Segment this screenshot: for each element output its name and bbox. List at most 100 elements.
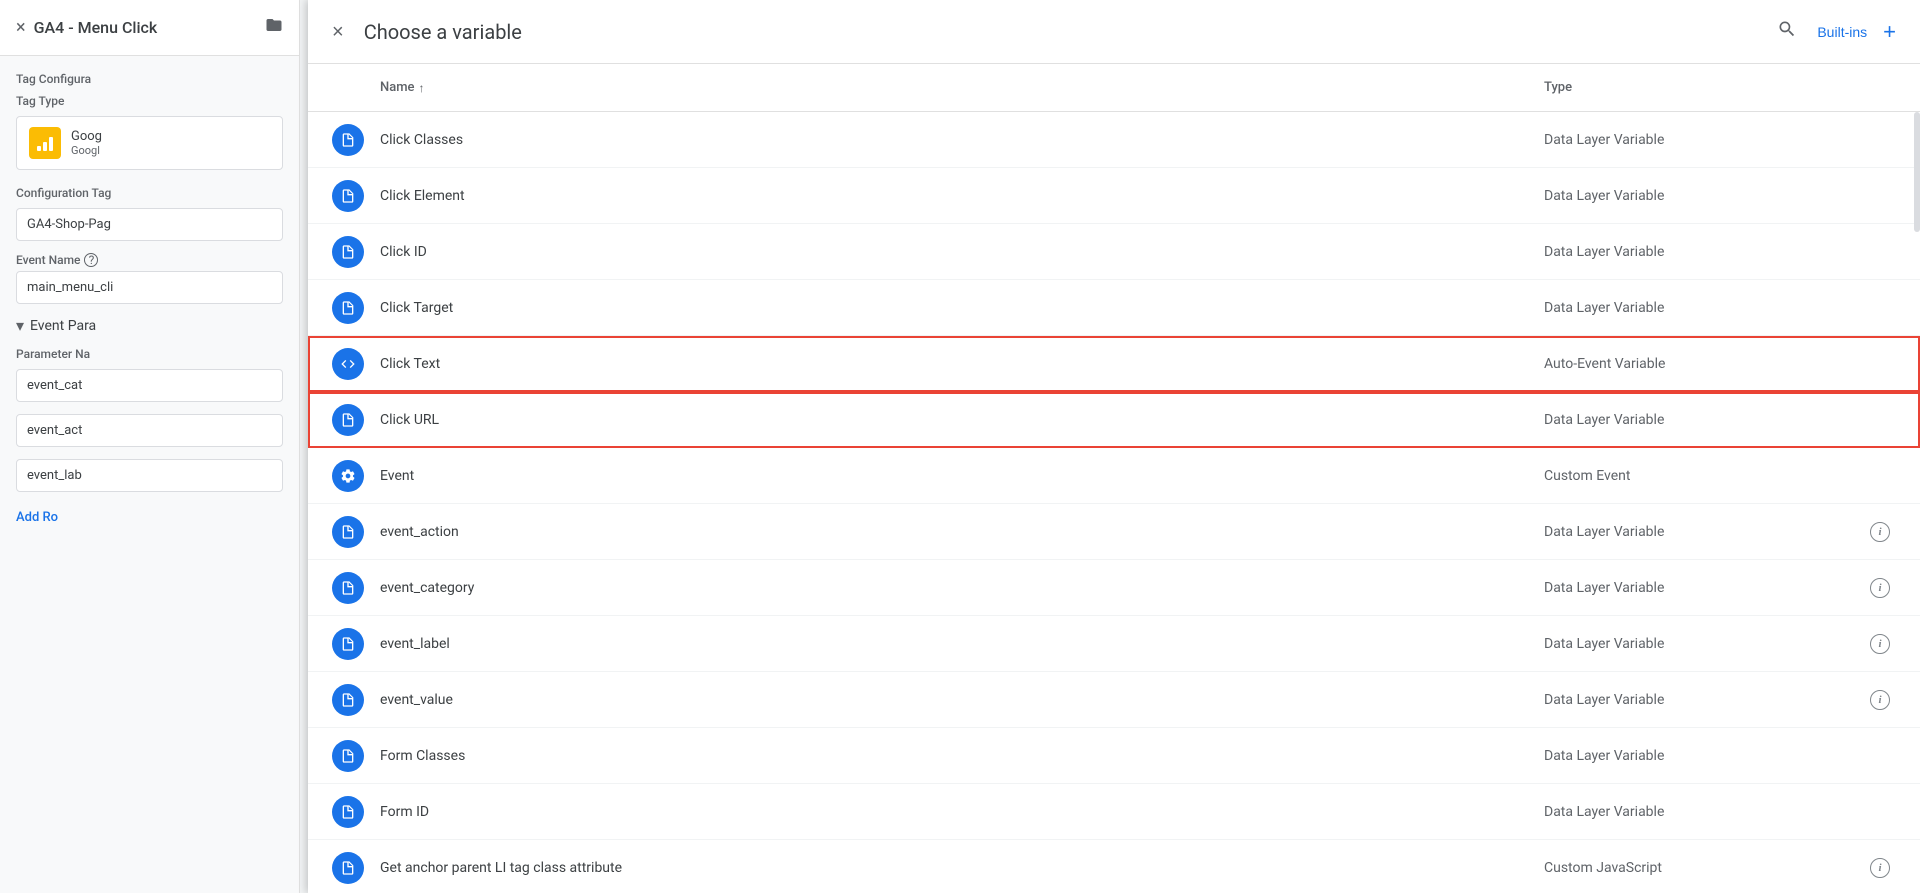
param1-input[interactable]: event_cat — [16, 369, 283, 402]
tag-type-label: Tag Type — [16, 94, 283, 108]
tag-config-label: Tag Configura — [16, 72, 283, 86]
row-type-event-category: Data Layer Variable — [1544, 580, 1864, 596]
row-name-event-category: event_category — [380, 580, 1544, 596]
table-row-click-classes[interactable]: Click Classes Data Layer Variable — [308, 112, 1920, 168]
table-row-event-category[interactable]: event_category Data Layer Variable i — [308, 560, 1920, 616]
row-icon-doc — [332, 796, 364, 828]
row-type-click-classes: Data Layer Variable — [1544, 132, 1864, 148]
event-params-toggle[interactable]: ▾ Event Para — [16, 316, 283, 335]
row-name-click-classes: Click Classes — [380, 132, 1544, 148]
table-row-click-element[interactable]: Click Element Data Layer Variable — [308, 168, 1920, 224]
event-name-input[interactable]: main_menu_cli — [16, 271, 283, 304]
gtm-header: × GA4 - Menu Click — [0, 0, 299, 56]
table-header: Name ↑ Type — [308, 64, 1920, 112]
row-type-event-label: Data Layer Variable — [1544, 636, 1864, 652]
add-new-variable-button[interactable]: + — [1883, 21, 1896, 43]
table-row-event-label[interactable]: event_label Data Layer Variable i — [308, 616, 1920, 672]
row-icon-doc — [332, 292, 364, 324]
row-icon-doc — [332, 740, 364, 772]
variable-table-body: Click Classes Data Layer Variable Click … — [308, 112, 1920, 893]
built-ins-button[interactable]: Built-ins — [1817, 24, 1867, 40]
table-row-form-classes[interactable]: Form Classes Data Layer Variable — [308, 728, 1920, 784]
row-type-click-id: Data Layer Variable — [1544, 244, 1864, 260]
row-type-click-element: Data Layer Variable — [1544, 188, 1864, 204]
row-name-click-element: Click Element — [380, 188, 1544, 204]
row-name-click-target: Click Target — [380, 300, 1544, 316]
info-icon[interactable]: i — [1864, 690, 1896, 710]
row-icon-doc — [332, 180, 364, 212]
gtm-title: GA4 - Menu Click — [34, 18, 257, 37]
tag-name: Goog Googl — [71, 129, 102, 157]
row-name-event-value: event_value — [380, 692, 1544, 708]
param-name-label: Parameter Na — [16, 347, 283, 361]
gtm-folder-icon[interactable] — [265, 16, 283, 39]
row-name-event-action: event_action — [380, 524, 1544, 540]
info-icon[interactable]: i — [1864, 634, 1896, 654]
row-icon-doc — [332, 572, 364, 604]
param2-input[interactable]: event_act — [16, 414, 283, 447]
add-row-button[interactable]: Add Ro — [16, 504, 58, 531]
row-name-click-id: Click ID — [380, 244, 1544, 260]
gtm-body: Tag Configura Tag Type Goog Googl Config… — [0, 56, 299, 547]
table-row-form-id[interactable]: Form ID Data Layer Variable — [308, 784, 1920, 840]
event-params-label: Event Para — [30, 318, 96, 334]
row-name-click-url: Click URL — [380, 412, 1544, 428]
info-icon[interactable]: i — [1864, 578, 1896, 598]
info-icon[interactable]: i — [1864, 858, 1896, 878]
bar1 — [37, 146, 41, 151]
table-row-click-id[interactable]: Click ID Data Layer Variable — [308, 224, 1920, 280]
row-icon-doc — [332, 516, 364, 548]
search-icon[interactable] — [1777, 19, 1797, 44]
table-row-event[interactable]: Event Custom Event — [308, 448, 1920, 504]
row-type-click-target: Data Layer Variable — [1544, 300, 1864, 316]
config-tag-label: Configuration Tag — [16, 186, 283, 200]
gtm-background-panel: × GA4 - Menu Click Tag Configura Tag Typ… — [0, 0, 300, 893]
table-row-get-anchor[interactable]: Get anchor parent LI tag class attribute… — [308, 840, 1920, 893]
event-name-help-icon[interactable]: ? — [84, 253, 98, 267]
row-name-event: Event — [380, 468, 1544, 484]
panel-close-button[interactable]: × — [332, 22, 344, 42]
scroll-track[interactable] — [1912, 112, 1920, 893]
table-row-click-text[interactable]: Click Text Auto-Event Variable — [308, 336, 1920, 392]
row-type-form-classes: Data Layer Variable — [1544, 748, 1864, 764]
row-icon-doc — [332, 684, 364, 716]
gtm-close-icon[interactable]: × — [16, 17, 26, 38]
row-type-event-value: Data Layer Variable — [1544, 692, 1864, 708]
row-type-event: Custom Event — [1544, 468, 1864, 484]
row-name-form-id: Form ID — [380, 804, 1544, 820]
row-name-event-label: event_label — [380, 636, 1544, 652]
row-icon-doc — [332, 404, 364, 436]
event-name-label: Event Name — [16, 253, 80, 267]
row-icon-code — [332, 348, 364, 380]
config-tag-input[interactable]: GA4-Shop-Pag — [16, 208, 283, 241]
row-icon-doc — [332, 236, 364, 268]
bar2 — [43, 142, 47, 151]
info-icon[interactable]: i — [1864, 522, 1896, 542]
table-row-event-value[interactable]: event_value Data Layer Variable i — [308, 672, 1920, 728]
row-icon-doc — [332, 124, 364, 156]
type-column-header: Type — [1544, 80, 1864, 95]
row-icon-doc — [332, 852, 364, 884]
panel-title: Choose a variable — [364, 20, 1778, 44]
row-type-form-id: Data Layer Variable — [1544, 804, 1864, 820]
row-icon-gear — [332, 460, 364, 492]
table-row-event-action[interactable]: event_action Data Layer Variable i — [308, 504, 1920, 560]
row-name-get-anchor: Get anchor parent LI tag class attribute — [380, 860, 1544, 876]
table-row-click-target[interactable]: Click Target Data Layer Variable — [308, 280, 1920, 336]
panel-header: × Choose a variable Built-ins + — [308, 0, 1920, 64]
scroll-thumb — [1914, 112, 1920, 232]
tag-type-box[interactable]: Goog Googl — [16, 116, 283, 170]
variable-panel: × Choose a variable Built-ins + Name ↑ T… — [308, 0, 1920, 893]
bar3 — [49, 137, 53, 151]
tag-icon — [29, 127, 61, 159]
row-type-click-url: Data Layer Variable — [1544, 412, 1864, 428]
sort-arrow-icon: ↑ — [419, 81, 425, 95]
row-name-form-classes: Form Classes — [380, 748, 1544, 764]
row-type-click-text: Auto-Event Variable — [1544, 356, 1864, 372]
chevron-icon: ▾ — [16, 316, 24, 335]
row-name-click-text: Click Text — [380, 356, 1544, 372]
name-column-header[interactable]: Name ↑ — [380, 80, 1544, 95]
row-type-event-action: Data Layer Variable — [1544, 524, 1864, 540]
table-row-click-url[interactable]: Click URL Data Layer Variable — [308, 392, 1920, 448]
param3-input[interactable]: event_lab — [16, 459, 283, 492]
